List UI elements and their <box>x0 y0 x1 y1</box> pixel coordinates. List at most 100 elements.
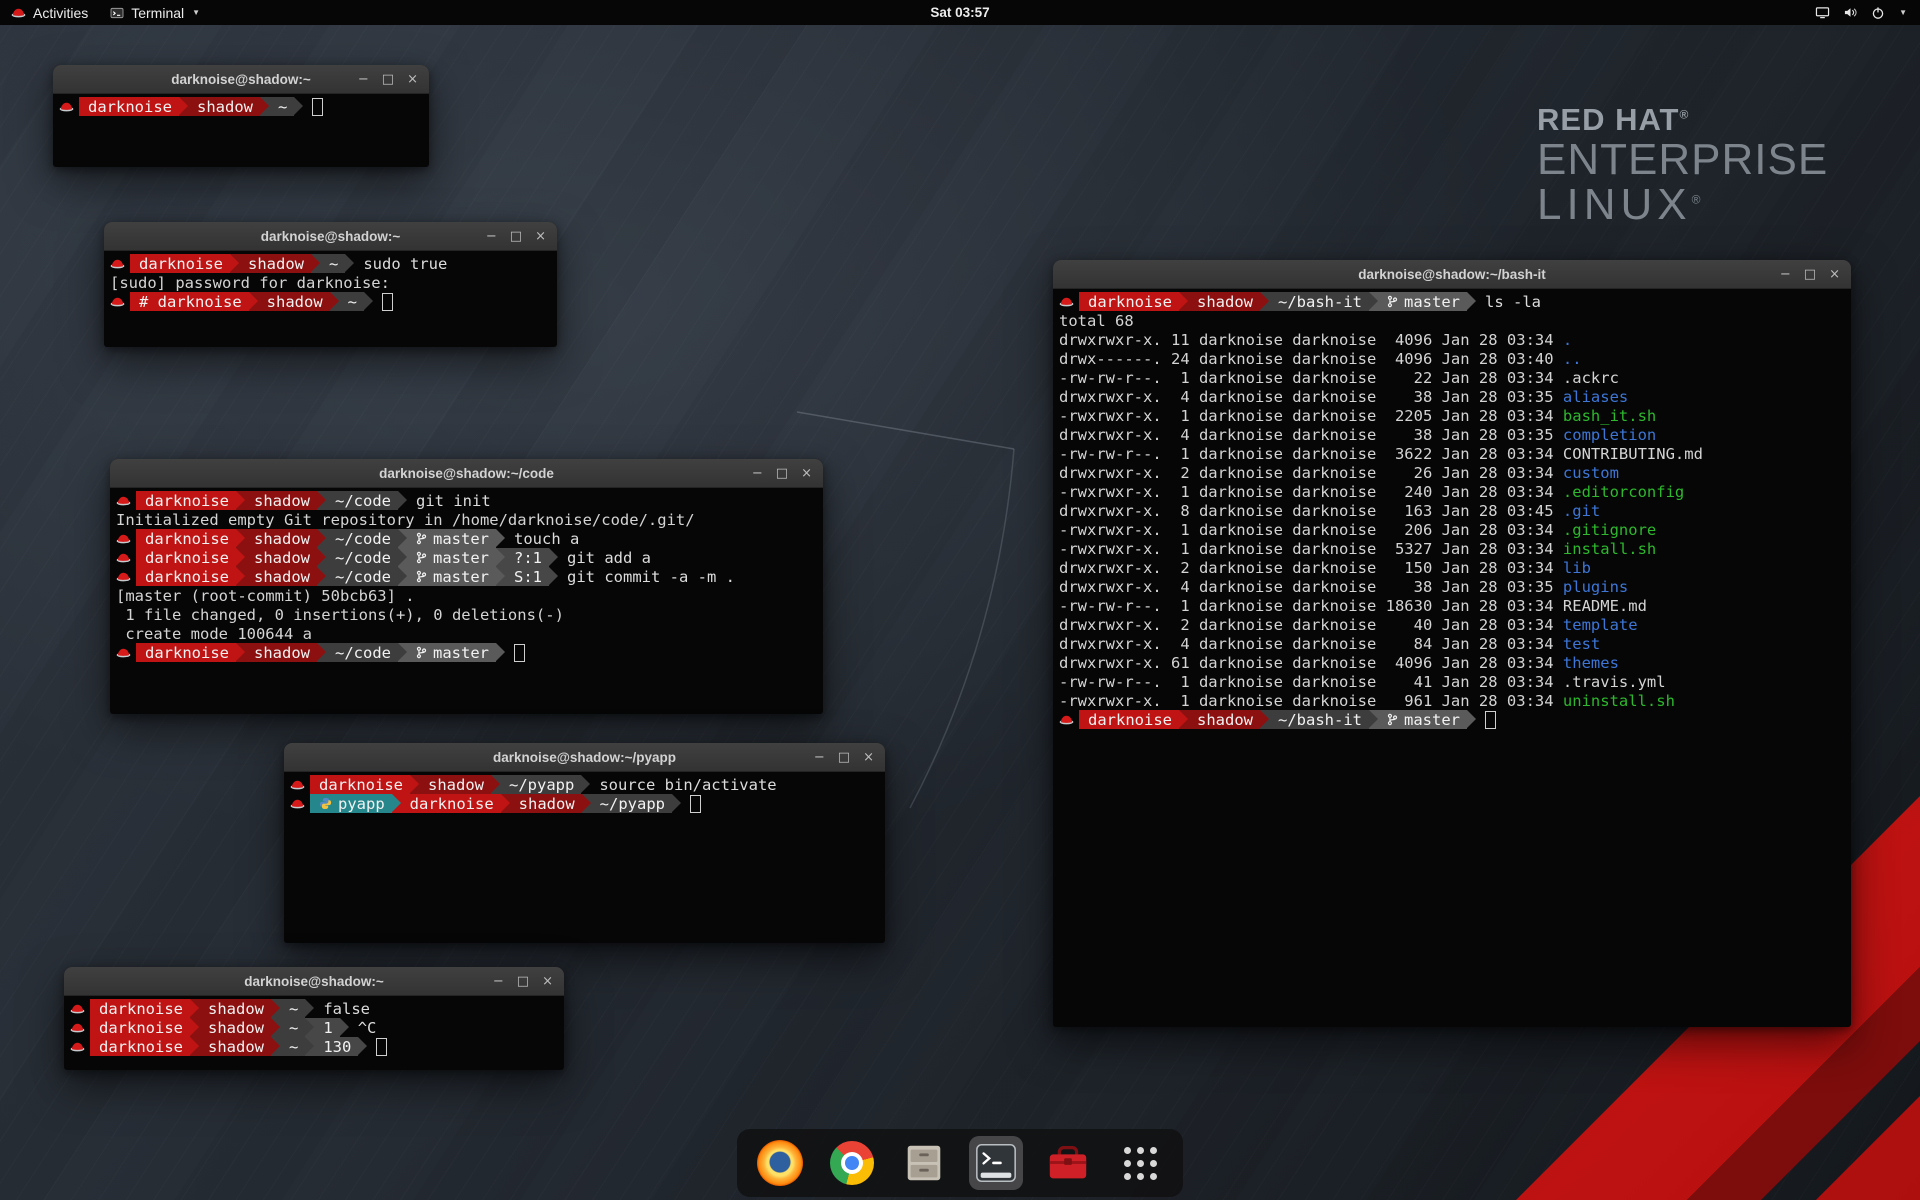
powerline-separator <box>236 491 245 510</box>
output-line: -rwxrwxr-x. 1 darknoise darknoise 206 Ja… <box>1059 520 1845 539</box>
powerline-arrow <box>345 254 354 272</box>
terminal-content[interactable]: darknoiseshadow~/pyappsource bin/activat… <box>284 772 885 943</box>
close-button[interactable]: × <box>801 467 812 480</box>
terminal-window[interactable]: darknoise@shadow:~−□×darknoiseshadow~ <box>53 65 429 167</box>
terminal-window[interactable]: darknoise@shadow:~ −□ × darknoiseshadow~sud… <box>104 222 557 347</box>
prompt-segment: master <box>407 643 496 662</box>
terminal-cursor <box>382 293 393 311</box>
powerline-separator <box>358 1037 367 1056</box>
powerline-separator <box>392 794 401 813</box>
prompt-segment-text: ~/pyapp <box>509 776 574 794</box>
window-title: darknoise@shadow:~ <box>261 229 401 244</box>
powerline-separator <box>496 548 505 567</box>
powerline-separator <box>1179 710 1188 729</box>
powerline-arrow <box>236 529 245 547</box>
window-titlebar[interactable]: darknoise@shadow:~−□× <box>64 967 564 996</box>
prompt-segment-text: shadow <box>254 644 310 662</box>
output-line: drwxrwxr-x. 4 darknoise darknoise 38 Jan… <box>1059 425 1845 444</box>
close-button[interactable]: × <box>407 73 418 86</box>
close-button[interactable]: × <box>1829 268 1840 281</box>
powerline-separator <box>190 1018 199 1037</box>
app-grid-icon <box>1124 1147 1157 1180</box>
terminal-window[interactable]: darknoise@shadow:~/bash-it−□×darknoisesh… <box>1053 260 1851 1027</box>
prompt-segment: shadow <box>419 775 491 794</box>
prompt-segment: darknoise <box>310 775 410 794</box>
window-titlebar[interactable]: darknoise@shadow:~/bash-it−□× <box>1053 260 1851 289</box>
minimize-button[interactable]: − <box>752 467 763 480</box>
branch-icon <box>1387 295 1398 308</box>
redhat-prompt-icon <box>116 647 131 658</box>
command-text: false <box>323 1000 370 1018</box>
terminal-content[interactable]: darknoiseshadow~/codegit initInitialized… <box>110 488 823 714</box>
close-button[interactable]: × <box>535 230 546 243</box>
dock-item-firefox[interactable] <box>753 1136 807 1190</box>
minimize-button[interactable]: − <box>358 73 369 86</box>
branch-icon <box>416 570 427 583</box>
prompt-segment-text: darknoise <box>319 776 403 794</box>
powerline-arrow <box>1467 292 1476 310</box>
system-status-area[interactable]: ▼ <box>1802 0 1920 25</box>
dock-item-chrome[interactable] <box>825 1136 879 1190</box>
terminal-content[interactable]: darknoiseshadow~sudo true[sudo] password… <box>104 251 557 347</box>
output-text: -rwxrwxr-x. 1 darknoise darknoise 961 Ja… <box>1059 692 1563 710</box>
terminal-window[interactable]: darknoise@shadow:~−□×darknoiseshadow~fal… <box>64 967 564 1070</box>
prompt-line: darknoiseshadow~false <box>70 999 558 1018</box>
maximize-button[interactable]: □ <box>838 751 850 764</box>
prompt-segment: ~/bash-it <box>1269 292 1369 311</box>
maximize-button[interactable]: □ <box>776 467 788 480</box>
prompt-segment-text: ~ <box>289 1038 298 1056</box>
output-line: drwx------. 24 darknoise darknoise 4096 … <box>1059 349 1845 368</box>
terminal-content[interactable]: darknoiseshadow~ <box>53 94 429 167</box>
minimize-button[interactable]: − <box>486 230 497 243</box>
window-titlebar[interactable]: darknoise@shadow:~/pyapp−□× <box>284 743 885 772</box>
wallpaper-brand: RED HAT® ENTERPRISE LINUX® <box>1537 104 1828 228</box>
prompt-segment-text: darknoise <box>99 1019 183 1037</box>
minimize-button[interactable]: − <box>493 975 504 988</box>
dock-item-toolbox[interactable] <box>1041 1136 1095 1190</box>
prompt-segment: darknoise <box>136 567 236 586</box>
output-text: .ackrc <box>1563 369 1619 387</box>
terminal-content[interactable]: darknoiseshadow~/bash-itmasterls -latota… <box>1053 289 1851 1027</box>
toolbox-icon <box>1045 1140 1091 1186</box>
app-menu-terminal[interactable]: Terminal ▼ <box>99 0 211 25</box>
terminal-window[interactable]: darknoise@shadow:~/pyapp−□×darknoiseshad… <box>284 743 885 943</box>
activities-button[interactable]: Activities <box>0 0 99 25</box>
clock[interactable]: Sat 03:57 <box>930 5 989 20</box>
maximize-button[interactable]: □ <box>1804 268 1816 281</box>
output-text: .travis.yml <box>1563 673 1666 691</box>
prompt-segment: shadow <box>245 491 317 510</box>
terminal-content[interactable]: darknoiseshadow~falsedarknoiseshadow~1^C… <box>64 996 564 1070</box>
prompt-line: darknoiseshadow~sudo true <box>110 254 551 273</box>
prompt-segment: 1 <box>314 1018 339 1037</box>
powerline-arrow <box>1179 710 1188 728</box>
output-line: -rwxrwxr-x. 1 darknoise darknoise 961 Ja… <box>1059 691 1845 710</box>
prompt-segment-text: master <box>1404 711 1460 729</box>
output-text: .git <box>1563 502 1600 520</box>
minimize-button[interactable]: − <box>814 751 825 764</box>
powerline-separator <box>311 254 320 273</box>
maximize-button[interactable]: □ <box>382 73 394 86</box>
powerline-arrow <box>179 97 188 115</box>
prompt-segment: shadow <box>245 529 317 548</box>
output-text: -rw-rw-r--. 1 darknoise darknoise 18630 … <box>1059 597 1563 615</box>
powerline-arrow <box>1260 292 1269 310</box>
output-text: drwxrwxr-x. 2 darknoise darknoise 26 Jan… <box>1059 464 1563 482</box>
close-button[interactable]: × <box>542 975 553 988</box>
terminal-window[interactable]: darknoise@shadow:~/code −□ × darknoise shado… <box>110 459 823 714</box>
maximize-button[interactable]: □ <box>510 230 522 243</box>
powerline-arrow <box>672 794 681 812</box>
dock-item-files[interactable] <box>897 1136 951 1190</box>
dock-item-terminal[interactable] <box>969 1136 1023 1190</box>
window-title: darknoise@shadow:~/code <box>379 466 554 481</box>
window-titlebar[interactable]: darknoise@shadow:~−□× <box>53 65 429 94</box>
output-text: [sudo] password for darknoise: <box>110 274 390 292</box>
window-titlebar[interactable]: darknoise@shadow:~ −□ × <box>104 222 557 251</box>
prompt-segment: darknoise <box>136 529 236 548</box>
powerline-separator <box>1179 292 1188 311</box>
close-button[interactable]: × <box>863 751 874 764</box>
minimize-button[interactable]: − <box>1780 268 1791 281</box>
window-titlebar[interactable]: darknoise@shadow:~/code −□ × <box>110 459 823 488</box>
dock-item-appgrid[interactable] <box>1113 1136 1167 1190</box>
prompt-segment-text: ~ <box>348 293 357 311</box>
maximize-button[interactable]: □ <box>517 975 529 988</box>
